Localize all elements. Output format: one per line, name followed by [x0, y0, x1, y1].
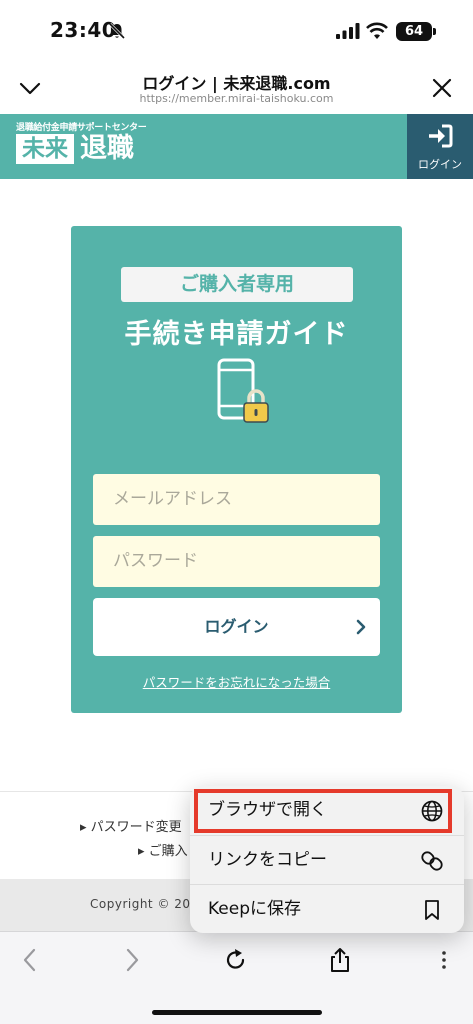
menu-item-label: リンクをコピー: [208, 850, 327, 870]
bottom-toolbar: [0, 931, 473, 1024]
battery-icon: 64: [396, 22, 436, 41]
reload-icon[interactable]: [222, 946, 250, 974]
forward-icon[interactable]: [118, 946, 146, 974]
bookmark-icon: [425, 900, 439, 920]
purchaser-badge: ご購入者専用: [121, 267, 353, 302]
logo-text[interactable]: 退職: [80, 132, 134, 166]
login-button-label: ログイン: [204, 617, 269, 636]
page-url: https://member.mirai-taishoku.com: [139, 92, 334, 105]
forgot-password-link[interactable]: パスワードをお忘れになった場合: [71, 672, 402, 691]
header-login-label: ログイン: [418, 158, 462, 171]
globe-icon: [421, 800, 443, 822]
phone-lock-icon: [217, 358, 269, 423]
close-icon[interactable]: [430, 76, 454, 100]
menu-item-save-to-keep[interactable]: Keepに保存: [190, 884, 464, 933]
footer-link-purchase[interactable]: ▸ ご購入: [138, 840, 188, 859]
menu-item-open-in-browser[interactable]: ブラウザで開く: [190, 786, 464, 835]
link-icon: [421, 851, 443, 871]
sheet-header: ログイン | 未来退職.com https://member.mirai-tai…: [0, 62, 473, 114]
menu-item-label: ブラウザで開く: [208, 800, 327, 820]
bell-slash-icon: [108, 22, 126, 40]
menu-item-label: Keepに保存: [208, 899, 302, 919]
login-icon: [429, 124, 453, 148]
cellular-signal-icon: [336, 23, 360, 39]
page-title: ログイン | 未来退職.com: [142, 74, 331, 93]
wifi-icon: [366, 22, 388, 39]
password-field[interactable]: パスワード: [93, 536, 380, 587]
share-icon[interactable]: [326, 946, 354, 974]
back-icon[interactable]: [16, 946, 44, 974]
copyright-text: Copyright © 202: [90, 897, 199, 911]
footer-link-password-change-label: パスワード変更: [90, 820, 182, 835]
chevron-down-icon[interactable]: [18, 76, 42, 100]
footer-link-purchase-label: ご購入: [148, 844, 188, 859]
site-header: 退職給付金申請サポートセンター 未来 退職 ログイン: [0, 114, 473, 179]
menu-item-copy-link[interactable]: リンクをコピー: [190, 835, 464, 884]
more-icon[interactable]: [430, 946, 458, 974]
header-login-button[interactable]: ログイン: [407, 114, 473, 179]
home-indicator: [152, 1010, 322, 1015]
status-bar: 23:40 64: [0, 0, 473, 62]
status-time: 23:40: [50, 18, 117, 42]
email-field[interactable]: メールアドレス: [93, 474, 380, 525]
login-button[interactable]: ログイン: [93, 598, 380, 656]
guide-title: 手続き申請ガイド: [124, 319, 349, 350]
context-menu: ブラウザで開く リンクをコピー Keepに保存: [190, 786, 464, 933]
chevron-right-icon: [356, 619, 366, 635]
logo-mark[interactable]: 未来: [16, 134, 74, 164]
login-card: ご購入者専用 手続き申請ガイド メールアドレス パスワード ログイン パスワード…: [71, 226, 402, 713]
footer-link-password-change[interactable]: ▸ パスワード変更: [80, 816, 182, 835]
